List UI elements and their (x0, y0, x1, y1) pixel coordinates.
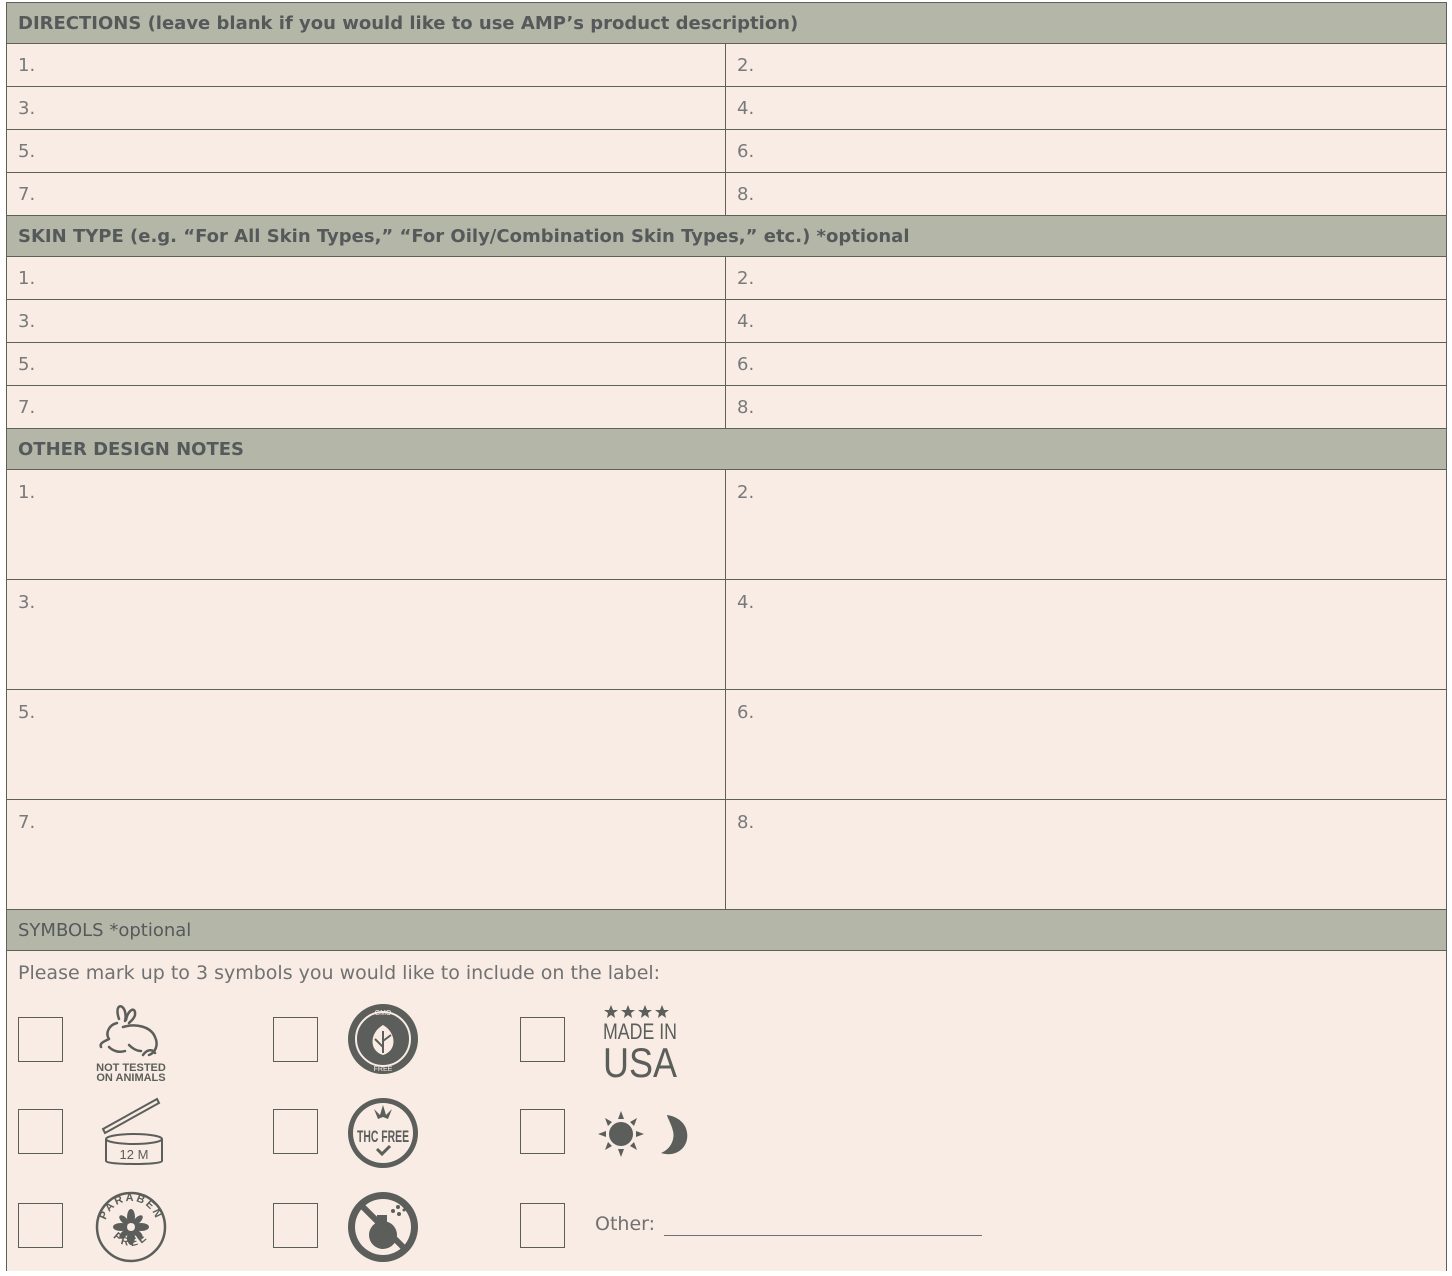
gmo-bottom-text: FREE (374, 1066, 393, 1073)
directions-row: 5. 6. (7, 130, 1446, 173)
paraben-free-icon: PARABEN FREE (95, 1191, 167, 1263)
skin-type-field-5[interactable]: 5. (7, 343, 726, 385)
symbols-section: Please mark up to 3 symbols you would li… (7, 951, 1446, 1271)
checkbox-not-tested-on-animals[interactable] (18, 1017, 63, 1062)
symbols-prompt: Please mark up to 3 symbols you would li… (18, 962, 661, 984)
jar-label: 12 M (120, 1147, 149, 1162)
directions-field-4[interactable]: 4. (726, 87, 1446, 129)
usa-text: USA (603, 1039, 677, 1079)
skin-type-row: 5. 6. (7, 343, 1446, 386)
skin-type-field-3[interactable]: 3. (7, 300, 726, 342)
skin-type-header: SKIN TYPE (e.g. “For All Skin Types,” “F… (7, 216, 1446, 257)
design-notes-row: 1. 2. (7, 470, 1446, 580)
not-tested-on-animals-icon: NOT TESTED ON ANIMALS (96, 1005, 166, 1081)
skin-type-row: 1. 2. (7, 257, 1446, 300)
directions-row: 3. 4. (7, 87, 1446, 130)
design-notes-row: 7. 8. (7, 800, 1446, 910)
skin-type-row: 7. 8. (7, 386, 1446, 429)
design-notes-field-1[interactable]: 1. (7, 470, 726, 579)
design-notes-row: 5. 6. (7, 690, 1446, 800)
checkbox-paraben-free[interactable] (18, 1203, 63, 1248)
skin-type-field-7[interactable]: 7. (7, 386, 726, 428)
gmo-free-icon: GMO FREE (348, 1004, 418, 1074)
design-notes-field-7[interactable]: 7. (7, 800, 726, 909)
design-notes-header: OTHER DESIGN NOTES (7, 429, 1446, 470)
checkbox-day-night[interactable] (520, 1109, 565, 1154)
skin-type-row: 3. 4. (7, 300, 1446, 343)
skin-type-field-2[interactable]: 2. (726, 257, 1446, 299)
sun-moon-icon (598, 1111, 688, 1157)
checkbox-no-fragrance[interactable] (273, 1203, 318, 1248)
directions-field-5[interactable]: 5. (7, 130, 726, 172)
design-notes-row: 3. 4. (7, 580, 1446, 690)
other-label: Other: (595, 1213, 656, 1235)
other-input-line[interactable] (664, 1235, 982, 1236)
not-tested-line2: ON ANIMALS (96, 1072, 165, 1081)
checkbox-other[interactable] (520, 1203, 565, 1248)
made-in-usa-icon: MADE IN USA (603, 1005, 677, 1079)
checkbox-made-in-usa[interactable] (520, 1017, 565, 1062)
directions-field-1[interactable]: 1. (7, 44, 726, 86)
fragrance-free-icon (348, 1192, 418, 1262)
checkbox-period-after-opening[interactable] (18, 1109, 63, 1154)
thc-free-text: THC FREE (357, 1127, 409, 1146)
checkbox-gmo-free[interactable] (273, 1017, 318, 1062)
design-notes-field-2[interactable]: 2. (726, 470, 1446, 579)
design-notes-field-4[interactable]: 4. (726, 580, 1446, 689)
directions-row: 7. 8. (7, 173, 1446, 216)
directions-field-7[interactable]: 7. (7, 173, 726, 215)
design-notes-field-5[interactable]: 5. (7, 690, 726, 799)
symbols-header: SYMBOLS *optional (7, 910, 1446, 951)
gmo-top-text: GMO (375, 1010, 392, 1017)
label-form: DIRECTIONS (leave blank if you would lik… (6, 2, 1447, 1271)
directions-field-6[interactable]: 6. (726, 130, 1446, 172)
skin-type-field-6[interactable]: 6. (726, 343, 1446, 385)
thc-free-icon: THC FREE (348, 1098, 418, 1168)
design-notes-field-8[interactable]: 8. (726, 800, 1446, 909)
skin-type-field-1[interactable]: 1. (7, 257, 726, 299)
directions-field-3[interactable]: 3. (7, 87, 726, 129)
directions-field-8[interactable]: 8. (726, 173, 1446, 215)
design-notes-field-3[interactable]: 3. (7, 580, 726, 689)
skin-type-field-8[interactable]: 8. (726, 386, 1446, 428)
skin-type-field-4[interactable]: 4. (726, 300, 1446, 342)
directions-header: DIRECTIONS (leave blank if you would lik… (7, 3, 1446, 44)
directions-row: 1. 2. (7, 44, 1446, 87)
directions-field-2[interactable]: 2. (726, 44, 1446, 86)
checkbox-thc-free[interactable] (273, 1109, 318, 1154)
design-notes-field-6[interactable]: 6. (726, 690, 1446, 799)
open-jar-icon: 12 M (101, 1097, 163, 1165)
